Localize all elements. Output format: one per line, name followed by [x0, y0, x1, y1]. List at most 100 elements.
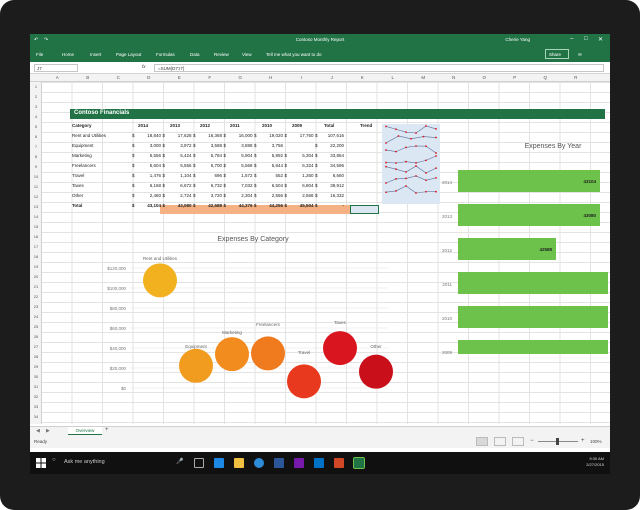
column-header-p[interactable]: P	[500, 75, 531, 80]
row-header-14[interactable]: 14	[30, 214, 42, 219]
table-cell[interactable]: 6,660	[318, 173, 344, 178]
row-header-11[interactable]: 11	[30, 184, 42, 189]
table-cell[interactable]: 552	[257, 173, 283, 178]
bar-2011[interactable]	[458, 272, 608, 294]
table-cell[interactable]: 2012	[200, 123, 210, 128]
row-header-22[interactable]: 22	[30, 294, 42, 299]
table-cell[interactable]: 5,784	[196, 153, 222, 158]
row-header-32[interactable]: 32	[30, 394, 42, 399]
sheet-nav-right-icon[interactable]: ▶	[46, 428, 50, 434]
bar-2014[interactable]	[458, 170, 600, 192]
table-cell[interactable]: 16,368	[196, 133, 222, 138]
column-header-a[interactable]: A	[42, 75, 73, 80]
table-cell[interactable]: 3,000	[135, 143, 161, 148]
row-header-20[interactable]: 20	[30, 274, 42, 279]
table-cell[interactable]: 18,840	[135, 133, 161, 138]
system-clock[interactable]: 9:30 AM 2/27/2015	[586, 456, 604, 468]
row-header-18[interactable]: 18	[30, 254, 42, 259]
column-header-j[interactable]: J	[317, 75, 348, 80]
page-layout-view-icon[interactable]	[494, 437, 506, 446]
share-button[interactable]: Share	[545, 49, 569, 59]
table-cell[interactable]: 5,304	[288, 153, 313, 158]
table-cell[interactable]: 2,724	[166, 193, 191, 198]
bubble-freelancers[interactable]	[251, 336, 285, 371]
column-header-h[interactable]: H	[256, 75, 287, 80]
column-header-c[interactable]: C	[103, 75, 134, 80]
table-cell[interactable]: 7,032	[227, 183, 252, 188]
bubble-other[interactable]	[359, 354, 393, 389]
row-header-23[interactable]: 23	[30, 304, 42, 309]
table-cell[interactable]: 6,804	[288, 183, 313, 188]
table-cell[interactable]: Marketing	[72, 153, 92, 158]
table-cell[interactable]: 2,460	[135, 193, 161, 198]
onedrive-icon[interactable]	[254, 458, 264, 468]
row-header-33[interactable]: 33	[30, 404, 42, 409]
zoom-thumb[interactable]	[556, 438, 559, 445]
table-cell[interactable]: 3,972	[166, 143, 191, 148]
outlook-icon[interactable]	[314, 458, 324, 468]
row-header-24[interactable]: 24	[30, 314, 42, 319]
table-cell[interactable]: 2,556	[257, 193, 283, 198]
row-header-10[interactable]: 10	[30, 174, 42, 179]
cortana-search-box[interactable]: Ask me anything	[64, 459, 105, 465]
row-header-1[interactable]: 1	[30, 84, 42, 89]
table-cell[interactable]: 5,556	[135, 153, 161, 158]
row-header-25[interactable]: 25	[30, 324, 42, 329]
bubble-taxes[interactable]	[323, 331, 357, 366]
table-cell[interactable]: -	[318, 203, 345, 208]
table-cell[interactable]: 3,756	[257, 143, 283, 148]
bar-2013[interactable]	[458, 204, 600, 226]
table-cell[interactable]: 6,324	[288, 163, 313, 168]
table-cell[interactable]: 5,568	[227, 163, 252, 168]
selected-cell[interactable]	[350, 205, 379, 214]
onenote-icon[interactable]	[294, 458, 304, 468]
column-header-r[interactable]: R	[561, 75, 592, 80]
column-header-m[interactable]: M	[408, 75, 439, 80]
column-header-g[interactable]: G	[225, 75, 256, 80]
search-icon[interactable]: ○	[52, 457, 56, 463]
table-cell[interactable]: 45,504	[288, 203, 314, 208]
table-cell[interactable]: 2013	[170, 123, 180, 128]
table-cell[interactable]: Taxes	[72, 183, 84, 188]
column-header-i[interactable]: I	[286, 75, 317, 80]
table-cell[interactable]: 3,888	[227, 143, 252, 148]
column-header-q[interactable]: Q	[530, 75, 561, 80]
row-header-12[interactable]: 12	[30, 194, 42, 199]
row-header-5[interactable]: 5	[30, 124, 42, 129]
row-header-31[interactable]: 31	[30, 384, 42, 389]
powerpoint-icon[interactable]	[334, 458, 344, 468]
microphone-icon[interactable]: 🎤	[176, 458, 183, 465]
table-cell[interactable]: 3,720	[196, 193, 222, 198]
column-header-d[interactable]: D	[134, 75, 165, 80]
tab-file[interactable]: File	[36, 52, 43, 57]
table-cell[interactable]: Trend	[360, 123, 372, 128]
table-cell[interactable]: 34,596	[318, 163, 344, 168]
table-cell[interactable]: 1,476	[135, 173, 161, 178]
column-header-k[interactable]: K	[347, 75, 378, 80]
table-cell[interactable]: 5,892	[257, 153, 283, 158]
user-name[interactable]: Cherie Yang	[505, 37, 530, 42]
table-cell[interactable]: 39,912	[318, 183, 344, 188]
expenses-by-year-chart[interactable]: Expenses By Year 2014 43104 2013 43080 2012 42…	[408, 134, 608, 354]
close-button[interactable]: ✕	[598, 36, 603, 43]
column-header-o[interactable]: O	[469, 75, 500, 80]
row-header-34[interactable]: 34	[30, 414, 42, 419]
table-cell[interactable]: 6,504	[257, 183, 283, 188]
table-cell[interactable]: 16,332	[318, 193, 344, 198]
row-header-29[interactable]: 29	[30, 364, 42, 369]
formula-input[interactable]: =SUM(D7:I7)	[154, 64, 604, 72]
table-cell[interactable]: 5,424	[166, 153, 191, 158]
table-cell[interactable]: Category	[72, 123, 92, 128]
row-header-4[interactable]: 4	[30, 114, 42, 119]
table-cell[interactable]: Other	[72, 193, 83, 198]
table-cell[interactable]: Freelancers	[72, 163, 96, 168]
table-cell[interactable]: 19,020	[257, 133, 283, 138]
row-header-9[interactable]: 9	[30, 164, 42, 169]
table-cell[interactable]: 33,864	[318, 153, 344, 158]
minimize-button[interactable]: –	[570, 36, 573, 42]
row-header-30[interactable]: 30	[30, 374, 42, 379]
table-cell[interactable]: 5,904	[227, 153, 252, 158]
table-cell[interactable]: Rent and Utilities	[72, 133, 106, 138]
excel-icon[interactable]	[353, 457, 365, 469]
row-header-6[interactable]: 6	[30, 134, 42, 139]
